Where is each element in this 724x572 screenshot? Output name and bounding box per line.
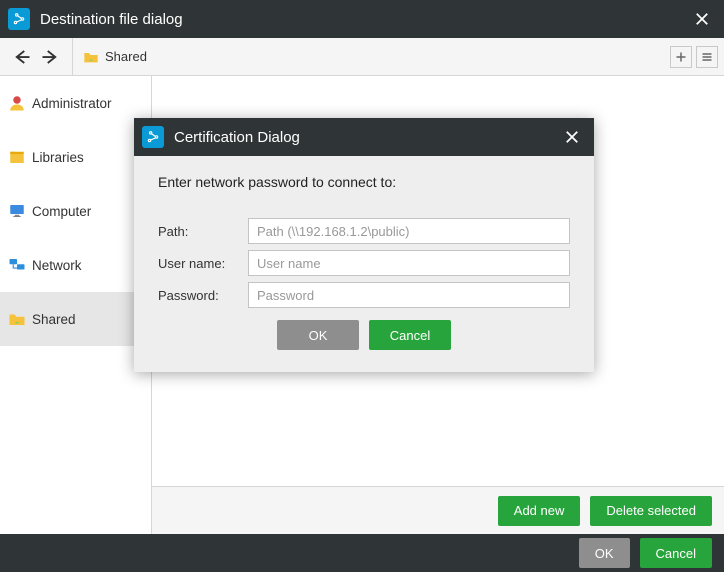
certification-ok-button[interactable]: OK — [277, 320, 359, 350]
breadcrumb[interactable]: Shared — [73, 49, 670, 65]
user-icon — [8, 94, 26, 112]
sidebar-item-shared[interactable]: Shared — [0, 292, 151, 346]
computer-icon — [8, 202, 26, 220]
sidebar-item-computer[interactable]: Computer — [0, 184, 151, 238]
new-item-button[interactable] — [670, 46, 692, 68]
add-new-button[interactable]: Add new — [498, 496, 581, 526]
dialog-bottombar: OK Cancel — [0, 534, 724, 572]
certification-dialog-close-button[interactable] — [558, 123, 586, 151]
content-actionbar: Add new Delete selected — [152, 486, 724, 534]
sidebar-item-label: Libraries — [32, 150, 84, 165]
username-label: User name: — [158, 256, 248, 271]
shared-folder-icon — [8, 310, 26, 328]
certification-cancel-button[interactable]: Cancel — [369, 320, 451, 350]
certification-dialog-title: Certification Dialog — [174, 129, 558, 146]
network-icon — [8, 256, 26, 274]
delete-selected-button[interactable]: Delete selected — [590, 496, 712, 526]
app-icon — [142, 126, 164, 148]
username-input[interactable] — [248, 250, 570, 276]
sidebar-item-label: Administrator — [32, 96, 112, 111]
sidebar-item-administrator[interactable]: Administrator — [0, 76, 151, 130]
sidebar-item-label: Shared — [32, 312, 76, 327]
certification-dialog: Certification Dialog Enter network passw… — [134, 118, 594, 372]
navbar: Shared — [0, 38, 724, 76]
sidebar-item-libraries[interactable]: Libraries — [0, 130, 151, 184]
password-label: Password: — [158, 288, 248, 303]
certification-dialog-message: Enter network password to connect to: — [158, 174, 570, 190]
window-close-button[interactable] — [688, 5, 716, 33]
dialog-cancel-button[interactable]: Cancel — [640, 538, 712, 568]
breadcrumb-label: Shared — [105, 49, 147, 64]
sidebar-item-label: Network — [32, 258, 82, 273]
window-title: Destination file dialog — [40, 11, 688, 28]
sidebar-item-label: Computer — [32, 204, 91, 219]
sidebar-item-network[interactable]: Network — [0, 238, 151, 292]
sidebar: Administrator Libraries Computer Network… — [0, 76, 152, 534]
app-icon — [8, 8, 30, 30]
window-titlebar: Destination file dialog — [0, 0, 724, 38]
nav-arrows — [0, 38, 73, 75]
libraries-icon — [8, 148, 26, 166]
nav-back-button[interactable] — [8, 43, 36, 71]
nav-forward-button[interactable] — [36, 43, 64, 71]
path-label: Path: — [158, 224, 248, 239]
certification-dialog-titlebar: Certification Dialog — [134, 118, 594, 156]
path-input[interactable] — [248, 218, 570, 244]
list-view-button[interactable] — [696, 46, 718, 68]
folder-icon — [83, 49, 99, 65]
dialog-ok-button[interactable]: OK — [579, 538, 630, 568]
password-input[interactable] — [248, 282, 570, 308]
